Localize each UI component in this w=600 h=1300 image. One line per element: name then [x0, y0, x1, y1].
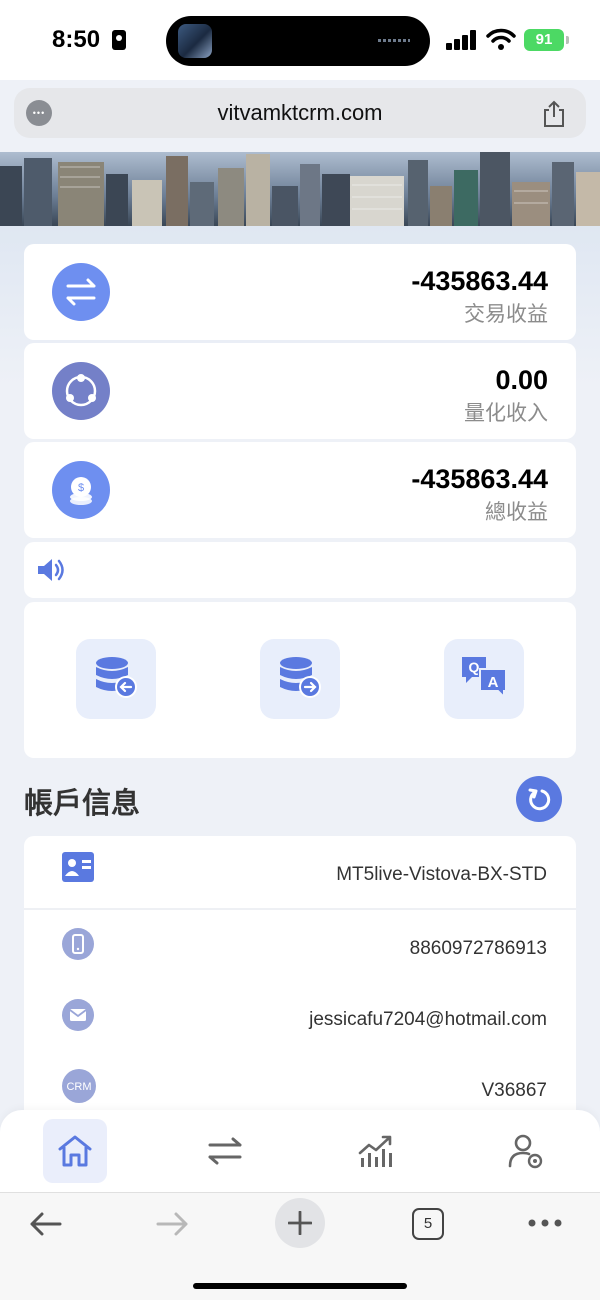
- url-text[interactable]: vitvamktcrm.com: [14, 100, 586, 126]
- quick-actions-panel: Q A: [24, 602, 576, 758]
- svg-text:$: $: [78, 482, 84, 494]
- focus-id-icon: [112, 30, 126, 50]
- plus-icon: [288, 1211, 312, 1235]
- new-tab-button[interactable]: [275, 1198, 325, 1248]
- tabs-button[interactable]: 5: [412, 1208, 444, 1240]
- qa-chat-icon: Q A: [462, 657, 507, 700]
- account-server-value: MT5live-Vistova-BX-STD: [336, 864, 547, 885]
- status-time: 8:50: [52, 26, 101, 53]
- account-info-card: MT5live-Vistova-BX-STD 8860972786913 jes…: [24, 836, 576, 1126]
- stat-value: 0.00: [495, 365, 548, 395]
- coin-stack-icon: $: [52, 461, 110, 519]
- hero-banner: [0, 152, 600, 226]
- address-bar[interactable]: vitvamktcrm.com: [14, 88, 586, 138]
- refresh-icon: [528, 788, 551, 811]
- phone-icon: [62, 928, 94, 960]
- dynamic-island[interactable]: [166, 16, 430, 66]
- stat-label: 總收益: [485, 501, 548, 524]
- stat-value: -435863.44: [411, 464, 548, 494]
- home-icon: [58, 1135, 92, 1167]
- status-bar: 8:50 91: [0, 0, 600, 80]
- svg-text:CRM: CRM: [66, 1081, 91, 1093]
- nav-profile[interactable]: [493, 1119, 557, 1183]
- speaker-icon: [38, 559, 64, 581]
- forward-arrow-icon[interactable]: [156, 1211, 190, 1237]
- now-playing-artwork: [178, 24, 212, 58]
- database-out-icon: [280, 657, 321, 698]
- svg-text:A: A: [488, 674, 499, 691]
- account-crm-value: V36867: [481, 1080, 547, 1101]
- withdraw-button[interactable]: [260, 639, 340, 719]
- account-row-server: MT5live-Vistova-BX-STD: [24, 836, 576, 908]
- section-title: 帳戶信息: [24, 788, 141, 820]
- stat-value: -435863.44: [411, 266, 548, 296]
- stat-card-quant-income: 0.00 量化收入: [24, 343, 576, 439]
- nav-home[interactable]: [43, 1119, 107, 1183]
- stat-label: 交易收益: [464, 303, 548, 326]
- svg-text:Q: Q: [469, 659, 480, 675]
- back-arrow-icon[interactable]: [28, 1211, 62, 1237]
- crm-icon: CRM: [62, 1069, 96, 1103]
- database-in-icon: [96, 657, 137, 698]
- id-card-icon: [62, 852, 94, 882]
- stat-card-total-profit: $ -435863.44 總收益: [24, 442, 576, 538]
- wifi-icon: [486, 28, 516, 50]
- share-icon[interactable]: [542, 100, 566, 128]
- battery-icon: 91: [524, 29, 569, 51]
- mail-icon: [62, 999, 94, 1031]
- cellular-signal-icon: [446, 30, 478, 50]
- more-menu-icon[interactable]: [528, 1219, 562, 1227]
- transfer-icon: [208, 1137, 242, 1165]
- account-phone-value: 8860972786913: [409, 938, 547, 959]
- network-nodes-icon: [52, 362, 110, 420]
- bottom-nav: [0, 1110, 600, 1192]
- stat-card-trade-profit: -435863.44 交易收益: [24, 244, 576, 340]
- account-row-phone: 8860972786913: [24, 908, 576, 980]
- nav-market[interactable]: [343, 1119, 407, 1183]
- user-settings-icon: [508, 1134, 543, 1169]
- account-row-email: jessicafu7204@hotmail.com: [24, 980, 576, 1052]
- stat-label: 量化收入: [464, 402, 548, 425]
- transfer-arrows-icon: [52, 263, 110, 321]
- home-indicator: [193, 1283, 407, 1289]
- chart-icon: [358, 1135, 392, 1167]
- account-email-value: jessicafu7204@hotmail.com: [309, 1009, 547, 1030]
- deposit-button[interactable]: [76, 639, 156, 719]
- refresh-button[interactable]: [516, 776, 562, 822]
- faq-button[interactable]: Q A: [444, 639, 524, 719]
- nav-trade[interactable]: [193, 1119, 257, 1183]
- audio-waveform-icon: [378, 39, 410, 42]
- announcement-bar[interactable]: [24, 542, 576, 598]
